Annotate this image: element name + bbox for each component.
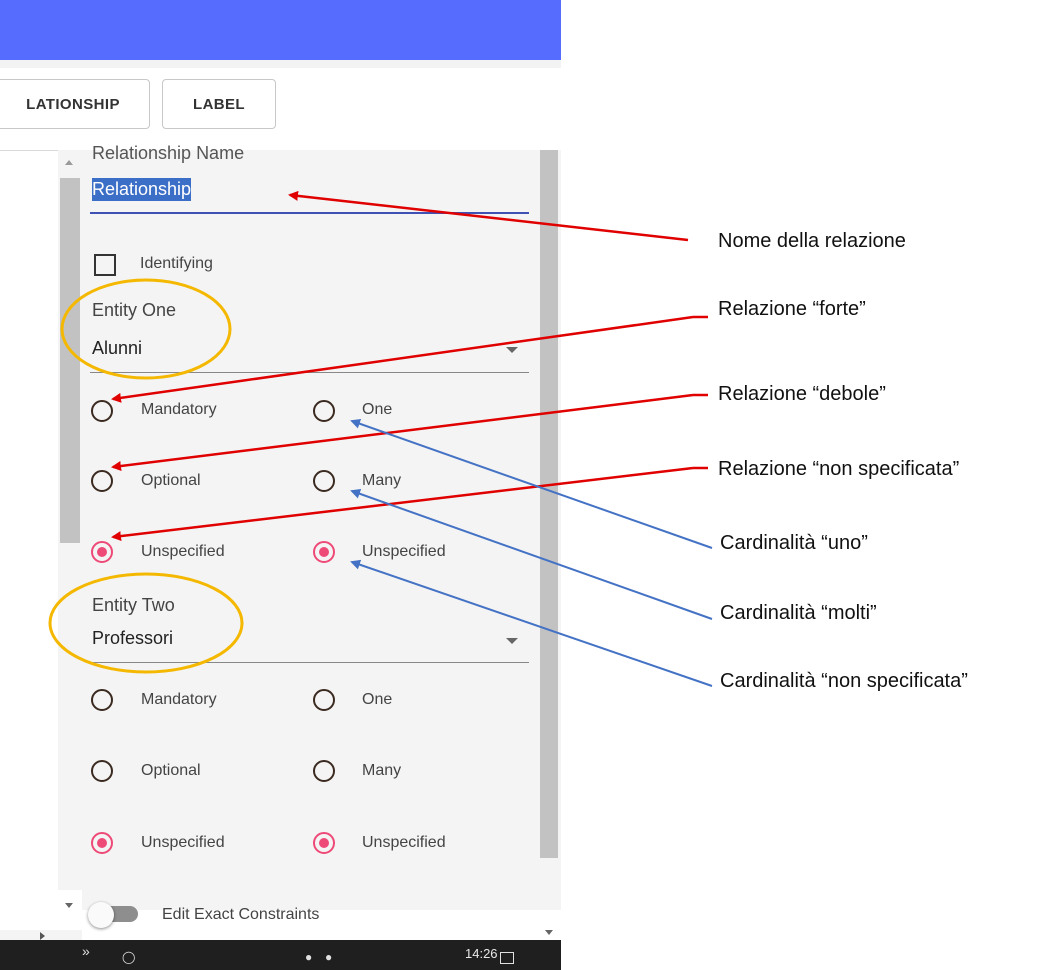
diagram-canvas[interactable]	[0, 150, 58, 879]
annotation-strong: Relazione “forte”	[718, 298, 866, 320]
annotation-unspecified-relation: Relazione “non specificata”	[718, 458, 960, 480]
taskbar-overflow-chevron-icon[interactable]: »	[82, 943, 90, 959]
entity-two-unspecified-optionality-radio[interactable]	[91, 832, 113, 854]
panel-scrollbar-right-thumb[interactable]	[540, 150, 558, 858]
entity-one-one-label: One	[362, 401, 393, 418]
entity-two-many-label: Many	[362, 762, 402, 779]
chevron-down-icon[interactable]	[506, 638, 518, 644]
entity-two-optional-radio[interactable]	[91, 760, 113, 782]
annotation-cardinality-unspecified: Cardinalità “non specificata”	[720, 670, 968, 692]
entity-one-unspecified-optionality-label: Unspecified	[141, 543, 225, 560]
entity-one-unspecified-cardinality-radio[interactable]	[313, 541, 335, 563]
entity-two-optional-label: Optional	[141, 762, 201, 779]
top-divider-strip	[0, 60, 561, 68]
entity-one-one-radio[interactable]	[313, 400, 335, 422]
annotation-cardinality-one: Cardinalità “uno”	[720, 532, 868, 554]
relationship-name-label: Relationship Name	[92, 143, 245, 163]
entity-one-mandatory-label: Mandatory	[141, 401, 217, 418]
app-top-bar	[0, 0, 561, 60]
label-button[interactable]: LABEL	[162, 79, 276, 129]
annotation-weak: Relazione “debole”	[718, 383, 886, 405]
identifying-checkbox[interactable]	[94, 254, 116, 276]
entity-two-many-radio[interactable]	[313, 760, 335, 782]
entity-two-unspecified-optionality-label: Unspecified	[141, 834, 225, 851]
edit-exact-constraints-label: Edit Exact Constraints	[162, 906, 320, 923]
scroll-down-arrow-icon[interactable]	[545, 930, 553, 935]
entity-one-many-radio[interactable]	[313, 470, 335, 492]
annotation-cardinality-many: Cardinalità “molti”	[720, 602, 877, 624]
entity-one-optional-label: Optional	[141, 472, 201, 489]
scroll-down-arrow-icon[interactable]	[65, 903, 73, 908]
taskbar-clock[interactable]: 14:26	[465, 946, 498, 961]
entity-one-unspecified-optionality-radio[interactable]	[91, 541, 113, 563]
entity-one-label: Entity One	[92, 300, 177, 320]
entity-two-unspecified-cardinality-label: Unspecified	[362, 834, 446, 851]
chevron-down-icon[interactable]	[506, 347, 518, 353]
entity-two-select-underline	[90, 662, 529, 663]
entity-two-unspecified-cardinality-radio[interactable]	[313, 832, 335, 854]
relationship-name-input[interactable]: Relationship	[92, 178, 192, 201]
entity-one-unspecified-cardinality-label: Unspecified	[362, 543, 446, 560]
entity-two-mandatory-label: Mandatory	[141, 691, 217, 708]
taskbar-network-icon[interactable]: ●	[305, 950, 312, 964]
entity-one-select[interactable]: Alunni	[92, 338, 142, 359]
toggle-knob[interactable]	[88, 902, 114, 928]
identifying-label: Identifying	[140, 255, 213, 272]
annotation-relation-name: Nome della relazione	[718, 230, 906, 252]
taskbar-volume-icon[interactable]: ●	[325, 950, 332, 964]
entity-two-one-label: One	[362, 691, 393, 708]
scroll-right-arrow-icon[interactable]	[40, 932, 45, 940]
entity-two-mandatory-radio[interactable]	[91, 689, 113, 711]
relationship-button[interactable]: LATIONSHIP	[0, 79, 150, 129]
entity-one-many-label: Many	[362, 472, 402, 489]
taskbar-notification-icon[interactable]	[500, 952, 514, 964]
entity-two-label: Entity Two	[92, 595, 175, 615]
panel-scrollbar-left-thumb[interactable]	[60, 178, 80, 543]
entity-two-select[interactable]: Professori	[92, 628, 173, 649]
taskbar-user-icon[interactable]: ◯	[122, 950, 135, 964]
entity-one-select-underline	[90, 372, 529, 373]
entity-one-optional-radio[interactable]	[91, 470, 113, 492]
scroll-up-arrow-icon[interactable]	[65, 160, 73, 165]
entity-one-mandatory-radio[interactable]	[91, 400, 113, 422]
relationship-name-underline	[90, 212, 529, 214]
entity-two-one-radio[interactable]	[313, 689, 335, 711]
